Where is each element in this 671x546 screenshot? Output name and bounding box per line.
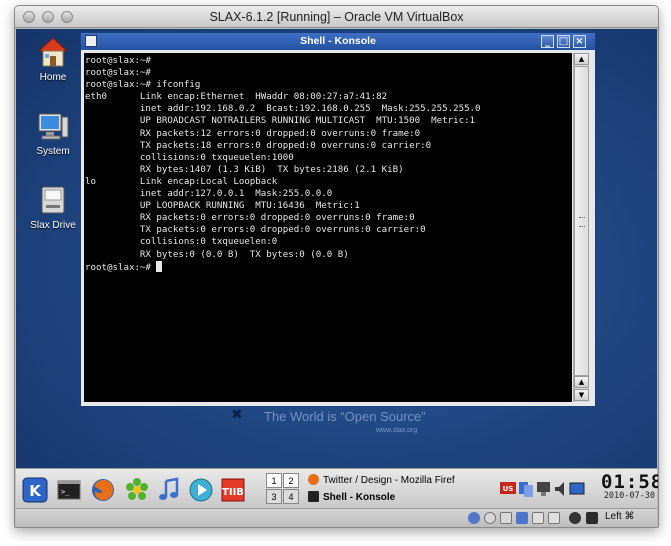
- svg-text:US: US: [503, 485, 514, 493]
- terminal-line: collisions:0 txqueuelen:0: [85, 237, 278, 248]
- clock-time: 01:58: [601, 471, 659, 493]
- svg-text:K: K: [29, 482, 42, 500]
- desktop-icon-home[interactable]: Home: [25, 35, 81, 83]
- slax-logo-icon: ✖: [231, 407, 243, 423]
- terminal-line: TX packets:0 errors:0 dropped:0 overruns…: [85, 225, 426, 236]
- svg-text:TIIB: TIIB: [222, 487, 244, 498]
- system-tray: US: [500, 479, 600, 499]
- ntb-icon[interactable]: TIIB: [220, 477, 246, 503]
- display-icon[interactable]: [537, 482, 550, 496]
- firefox-icon[interactable]: [90, 477, 116, 503]
- vbox-statusbar: Left ⌘: [16, 508, 657, 527]
- terminal-line: RX bytes:1407 (1.3 KiB) TX bytes:2186 (2…: [85, 164, 404, 175]
- music-icon[interactable]: [156, 477, 182, 503]
- konsole-minimize-button[interactable]: _: [541, 35, 554, 48]
- scroll-down-arrow-icon[interactable]: ▼: [574, 389, 589, 401]
- cd-icon[interactable]: [484, 512, 496, 524]
- terminal-line: RX packets:0 errors:0 dropped:0 overruns…: [85, 213, 415, 224]
- media-player-icon[interactable]: [188, 477, 214, 503]
- pager-desktop-3[interactable]: 3: [266, 489, 282, 504]
- terminal-line: root@slax:~# ifconfig: [85, 80, 201, 91]
- terminal-output[interactable]: root@slax:~# root@slax:~# root@slax:~# ifc…: [84, 53, 572, 402]
- terminal-line: eth0 Link encap:Ethernet HWaddr 08:00:27…: [85, 92, 388, 103]
- drive-icon: [36, 183, 70, 217]
- konsole-titlebar[interactable]: Shell - Konsole _ □ ×: [81, 33, 595, 50]
- taskbar-clock[interactable]: 01:58 2010-07-30: [601, 471, 659, 501]
- terminal-line: RX bytes:0 (0.0 B) TX bytes:0 (0.0 B): [85, 249, 349, 260]
- scroll-up-arrow-icon[interactable]: ▲: [574, 53, 589, 65]
- network-icon[interactable]: [519, 482, 533, 497]
- pager-desktop-2[interactable]: 2: [283, 473, 299, 488]
- terminal-line: inet addr:192.168.0.2 Bcast:192.168.0.25…: [85, 104, 481, 115]
- konsole-maximize-button[interactable]: □: [557, 35, 570, 48]
- desktop-icon-slax-drive[interactable]: Slax Drive: [25, 183, 81, 231]
- terminal-icon: [308, 491, 319, 502]
- task-firefox[interactable]: Twitter / Design - Mozilla Firef: [308, 473, 463, 488]
- icq-icon[interactable]: [124, 477, 150, 503]
- svg-text:>_: >_: [61, 488, 70, 496]
- terminal-line: inet addr:127.0.0.1 Mask:255.0.0.0: [85, 189, 333, 200]
- terminal-line: root@slax:~#: [85, 56, 151, 66]
- scroll-up-arrow-icon[interactable]: ▲: [574, 376, 589, 388]
- host-titlebar[interactable]: SLAX-6.1.2 [Running] – Oracle VM Virtual…: [15, 6, 658, 28]
- hard-disk-icon[interactable]: [468, 512, 480, 524]
- terminal-cursor: [156, 260, 163, 272]
- pager-desktop-4[interactable]: 4: [283, 489, 299, 504]
- volume-icon[interactable]: [555, 482, 564, 496]
- usb-icon[interactable]: [500, 512, 512, 524]
- konsole-close-button[interactable]: ×: [573, 35, 586, 48]
- home-icon: [36, 35, 70, 69]
- shared-folder-icon[interactable]: [532, 512, 544, 524]
- terminal-line: lo Link encap:Local Loopback: [85, 176, 278, 187]
- wallpaper-url: www.slax.org: [376, 427, 418, 434]
- kde-taskbar: K >_ TIIB 1 2 3 4 Twitter / Design - Moz…: [16, 468, 659, 508]
- terminal-line: UP LOOPBACK RUNNING MTU:16436 Metric:1: [85, 201, 360, 212]
- display-status-icon[interactable]: [548, 512, 560, 524]
- guest-desktop[interactable]: Home System Slax Drive ✖ The World is “O…: [16, 29, 657, 468]
- virtualization-icon[interactable]: [569, 512, 581, 524]
- monitor-icon[interactable]: [569, 482, 585, 495]
- kde-menu-icon[interactable]: K: [22, 477, 48, 503]
- terminal-line: root@slax:~#: [85, 68, 151, 79]
- terminal-line: TX packets:18 errors:0 dropped:0 overrun…: [85, 140, 432, 151]
- terminal-scrollbar[interactable]: ▲ ▲ ▼: [573, 53, 589, 402]
- host-key-label: Left ⌘: [605, 511, 635, 522]
- scroll-grip-icon: [579, 217, 585, 227]
- task-label: Twitter / Design - Mozilla Firef: [323, 475, 455, 486]
- wallpaper-slogan: The World is “Open Source”: [264, 409, 426, 424]
- scrollbar-thumb[interactable]: [574, 66, 589, 376]
- terminal-line: collisions:0 txqueuelen:1000: [85, 152, 294, 163]
- virtualbox-window: SLAX-6.1.2 [Running] – Oracle VM Virtual…: [14, 5, 659, 528]
- terminal-line: RX packets:12 errors:0 dropped:0 overrun…: [85, 128, 421, 139]
- clock-date: 2010-07-30: [603, 491, 655, 501]
- terminal-line: UP BROADCAST NOTRAILERS RUNNING MULTICAS…: [85, 116, 476, 127]
- konsole-title: Shell - Konsole: [300, 35, 376, 47]
- pager-desktop-1[interactable]: 1: [266, 473, 282, 488]
- keyboard-layout-icon[interactable]: US: [500, 482, 516, 494]
- terminal-prompt: root@slax:~#: [85, 262, 157, 273]
- konsole-window[interactable]: Shell - Konsole _ □ × root@slax:~# root@s…: [80, 32, 596, 407]
- task-label: Shell - Konsole: [323, 492, 396, 503]
- mouse-integration-icon[interactable]: [586, 512, 598, 524]
- network-adapter-icon[interactable]: [516, 512, 528, 524]
- desktop-icon-system[interactable]: System: [25, 109, 81, 157]
- task-konsole[interactable]: Shell - Konsole: [308, 490, 463, 505]
- terminal-icon[interactable]: >_: [56, 477, 82, 503]
- desktop-pager: 1 2 3 4: [266, 473, 300, 505]
- firefox-icon: [308, 474, 319, 485]
- computer-icon: [36, 109, 70, 143]
- terminal-prompt-line: root@slax:~#: [85, 260, 572, 274]
- host-window-title: SLAX-6.1.2 [Running] – Oracle VM Virtual…: [209, 10, 464, 24]
